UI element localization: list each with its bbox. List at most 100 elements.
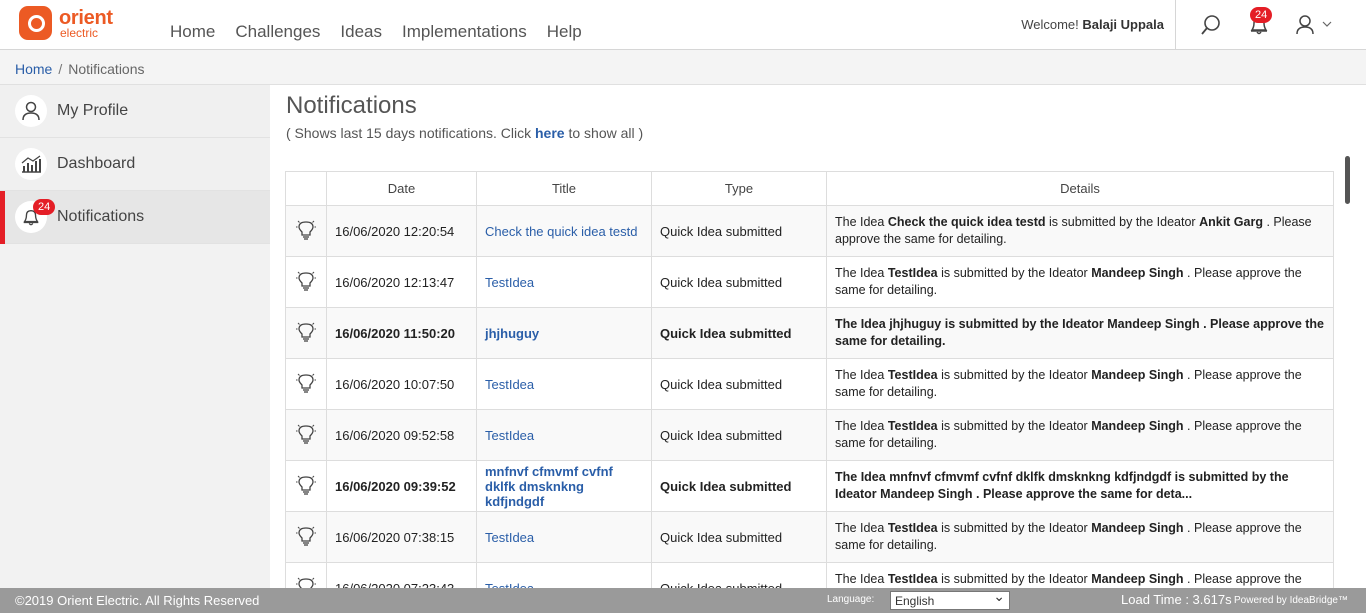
sidebar-item-label: Dashboard <box>57 155 136 172</box>
details-text: is submitted by the Ideator <box>937 266 1092 280</box>
lightbulb-icon <box>285 511 327 563</box>
idea-title-link[interactable]: Check the quick idea testd <box>485 224 637 239</box>
nav-ideas[interactable]: Ideas <box>340 22 382 42</box>
sidebar-item-my-profile[interactable]: My Profile <box>0 85 270 138</box>
idea-title-link[interactable]: TestIdea <box>485 377 534 392</box>
details-ideator: Mandeep Singh <box>1091 419 1184 433</box>
notifications-table-body: 16/06/2020 12:20:54 Check the quick idea … <box>285 205 1334 589</box>
show-all-link[interactable]: here <box>535 125 565 141</box>
table-header-row: Date Title Type Details <box>285 171 1334 206</box>
cell-details: The Idea TestIdea is submitted by the Id… <box>826 511 1334 563</box>
column-header-date: Date <box>326 171 477 206</box>
nav-home[interactable]: Home <box>170 22 215 42</box>
cell-date: 16/06/2020 07:23:43 <box>326 562 477 588</box>
details-idea-title: mnfnvf cfmvmf cvfnf dklfk dmsknkng kdfjn… <box>889 470 1172 484</box>
idea-title-link[interactable]: TestIdea <box>485 530 534 545</box>
header-divider <box>1175 0 1176 50</box>
column-header-details: Details <box>826 171 1334 206</box>
details-text: The Idea <box>835 266 888 280</box>
breadcrumb-home[interactable]: Home <box>15 61 52 77</box>
cell-details: The Idea Check the quick idea testd is s… <box>826 205 1334 257</box>
load-time: Load Time : 3.617s <box>1121 592 1232 607</box>
sidebar-item-dashboard[interactable]: Dashboard <box>0 138 270 191</box>
cell-details: The Idea TestIdea is submitted by the Id… <box>826 409 1334 461</box>
logo-line-1: orient <box>59 6 113 29</box>
table-row[interactable]: 16/06/2020 10:07:50 TestIdea Quick Idea su… <box>285 358 1334 410</box>
idea-title-link[interactable]: mnfnvf cfmvmf cvfnf dklfk dmsknkng kdfjn… <box>485 464 613 509</box>
details-text: The Idea <box>835 317 890 331</box>
cell-details: The Idea mnfnvf cfmvmf cvfnf dklfk dmskn… <box>826 460 1334 512</box>
sidebar-notification-badge: 24 <box>33 199 56 215</box>
details-ideator: Mandeep Singh <box>880 487 973 501</box>
scrollbar-thumb[interactable] <box>1345 156 1350 204</box>
table-row[interactable]: 16/06/2020 07:38:15 TestIdea Quick Idea su… <box>285 511 1334 563</box>
lightbulb-icon <box>285 205 327 257</box>
cell-type: Quick Idea submitted <box>651 511 827 563</box>
welcome-prefix: Welcome! <box>1021 17 1083 32</box>
column-header-icon <box>285 171 327 206</box>
details-text: The Idea <box>835 572 888 586</box>
cell-date: 16/06/2020 12:20:54 <box>326 205 477 257</box>
table-row[interactable]: 16/06/2020 11:50:20 jhjhuguy Quick Idea su… <box>285 307 1334 359</box>
main-content: Notifications ( Shows last 15 days notif… <box>286 85 643 141</box>
table-row[interactable]: 16/06/2020 09:39:52 mnfnvf cfmvmf cvfnf d… <box>285 460 1334 512</box>
language-select[interactable]: English <box>890 588 1010 610</box>
nav-help[interactable]: Help <box>547 22 582 42</box>
cell-type: Quick Idea submitted <box>651 307 827 359</box>
details-text: The Idea <box>835 368 888 382</box>
lightbulb-icon <box>285 358 327 410</box>
breadcrumb: Home / Notifications <box>0 50 1366 85</box>
notifications-table-container[interactable]: Date Title Type Details 16/06/2020 12:20… <box>285 171 1335 588</box>
copyright-text: ©2019 Orient Electric. All Rights Reserv… <box>15 593 260 608</box>
details-ideator: Mandeep Singh <box>1091 572 1184 586</box>
sidebar-item-label: Notifications <box>57 208 145 225</box>
breadcrumb-separator: / <box>58 61 63 77</box>
cell-details: The Idea jhjhuguy is submitted by the Id… <box>826 307 1334 359</box>
details-idea-title: Check the quick idea testd <box>887 215 1046 229</box>
details-ideator: Ankit Garg <box>1199 215 1263 229</box>
language-selected-value: English <box>895 594 935 608</box>
cell-type: Quick Idea submitted <box>651 358 827 410</box>
nav-implementations[interactable]: Implementations <box>402 22 527 42</box>
cell-details: The Idea TestIdea is submitted by the Id… <box>826 562 1334 588</box>
cell-title: TestIdea <box>476 511 652 563</box>
details-text: . Please approve the same for deta... <box>972 487 1193 501</box>
table-row[interactable]: 16/06/2020 07:23:43 TestIdea Quick Idea su… <box>285 562 1334 589</box>
idea-title-link[interactable]: TestIdea <box>485 581 534 589</box>
details-idea-title: TestIdea <box>887 266 938 280</box>
details-text: is submitted by the Ideator <box>937 419 1092 433</box>
welcome-message: Welcome! Balaji Uppala <box>1021 17 1164 32</box>
top-header: orient electric Home Challenges Ideas Im… <box>0 0 1366 50</box>
nav-challenges[interactable]: Challenges <box>235 22 320 42</box>
cell-title: TestIdea <box>476 562 652 589</box>
table-row[interactable]: 16/06/2020 12:20:54 Check the quick idea … <box>285 205 1334 257</box>
idea-title-link[interactable]: jhjhuguy <box>485 326 539 341</box>
sidebar: My Profile Dashboard 24 Notifications <box>0 85 270 588</box>
details-text: The Idea <box>835 470 890 484</box>
notification-count-badge: 24 <box>1250 7 1273 23</box>
table-row[interactable]: 16/06/2020 09:52:58 TestIdea Quick Idea su… <box>285 409 1334 461</box>
profile-icon <box>15 95 47 127</box>
user-menu-icon[interactable] <box>1295 14 1335 41</box>
idea-title-link[interactable]: TestIdea <box>485 275 534 290</box>
table-row[interactable]: 16/06/2020 12:13:47 TestIdea Quick Idea su… <box>285 256 1334 308</box>
subtitle-suffix: to show all ) <box>564 125 644 141</box>
sidebar-item-notifications[interactable]: 24 Notifications <box>0 191 270 244</box>
details-idea-title: TestIdea <box>887 572 938 586</box>
details-text: is submitted by the Ideator <box>1045 215 1200 229</box>
cell-title: Check the quick idea testd <box>476 205 652 257</box>
orient-electric-logo[interactable]: orient electric <box>19 6 113 40</box>
cell-date: 16/06/2020 09:39:52 <box>326 460 477 512</box>
cell-date: 16/06/2020 07:38:15 <box>326 511 477 563</box>
details-ideator: Mandeep Singh <box>1107 317 1200 331</box>
idea-title-link[interactable]: TestIdea <box>485 428 534 443</box>
page-subtitle: ( Shows last 15 days notifications. Clic… <box>286 125 643 141</box>
details-text: is submitted by the Ideator <box>937 368 1092 382</box>
column-header-title: Title <box>476 171 652 206</box>
search-icon[interactable] <box>1200 14 1222 41</box>
sidebar-item-label: My Profile <box>57 102 129 119</box>
details-idea-title: TestIdea <box>887 368 938 382</box>
logo-text: orient electric <box>59 8 113 39</box>
breadcrumb-current: Notifications <box>68 61 145 77</box>
details-idea-title: jhjhuguy <box>889 317 942 331</box>
